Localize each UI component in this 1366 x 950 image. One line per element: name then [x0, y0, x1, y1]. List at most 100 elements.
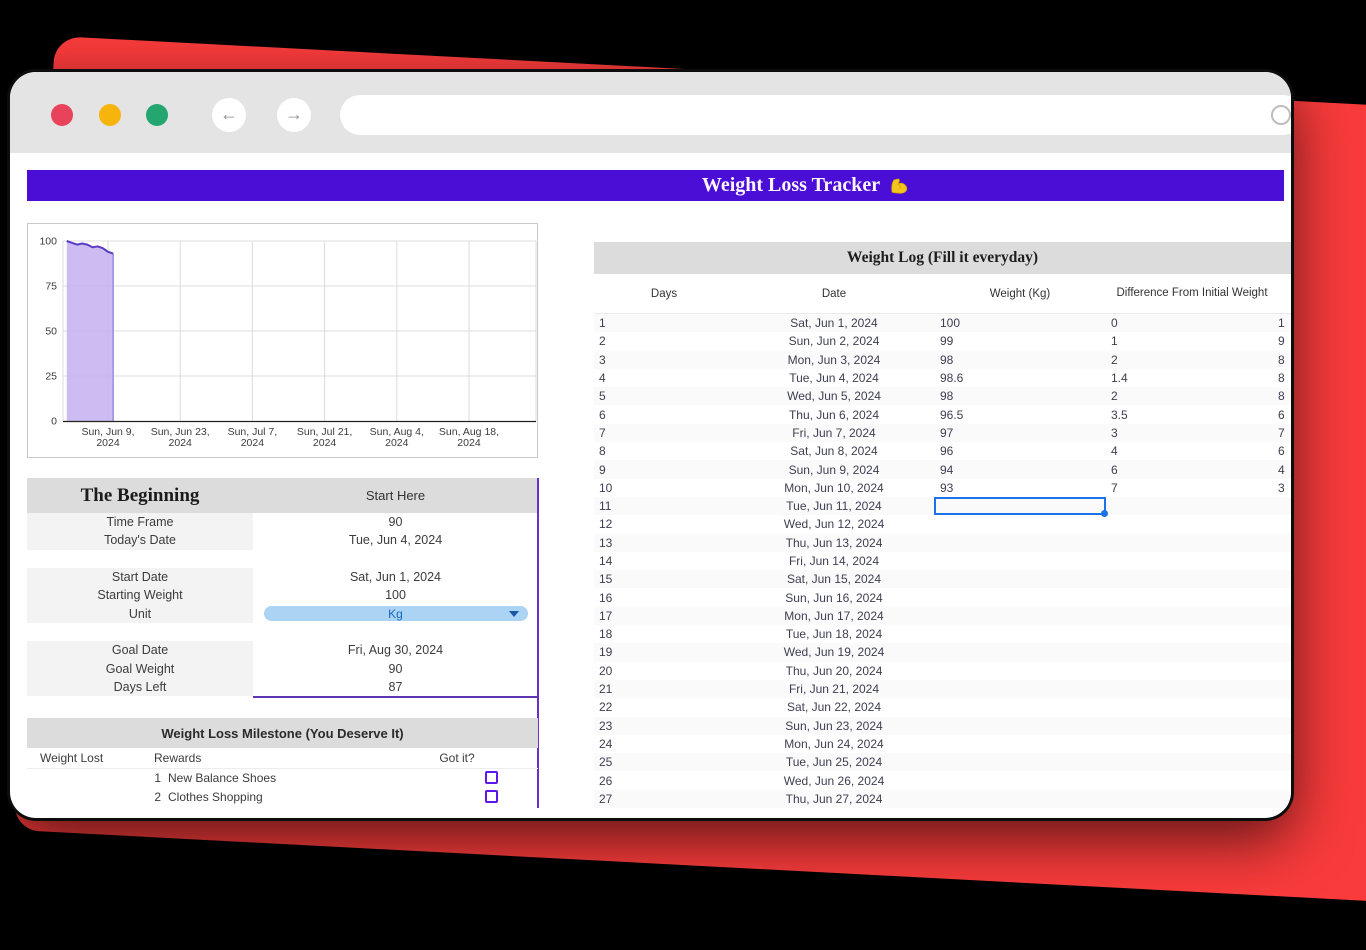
field-value[interactable]: 87 [253, 678, 538, 696]
close-window-button[interactable] [51, 104, 73, 126]
cell-date[interactable]: Sun, Jun 2, 2024 [734, 334, 934, 348]
cell-weight[interactable] [934, 497, 1106, 515]
field-value[interactable] [253, 623, 538, 641]
cell-date[interactable]: Wed, Jun 12, 2024 [734, 517, 934, 531]
cell-date[interactable]: Mon, Jun 24, 2024 [734, 737, 934, 751]
cell-weight[interactable] [934, 607, 1106, 625]
cell-weight[interactable] [934, 735, 1106, 753]
cell-difference[interactable]: 6 [1106, 463, 1278, 477]
cell-weight[interactable] [934, 552, 1106, 570]
cell-date[interactable]: Thu, Jun 20, 2024 [734, 664, 934, 678]
cell-weight[interactable] [934, 643, 1106, 661]
cell-weight[interactable]: 93 [934, 479, 1106, 497]
cell-day[interactable]: 11 [594, 499, 734, 513]
cell-weight[interactable]: 98.6 [934, 369, 1106, 387]
cell-weight[interactable]: 99 [934, 332, 1106, 350]
cell-difference[interactable]: 4 [1106, 444, 1278, 458]
cell-day[interactable]: 26 [594, 774, 734, 788]
cell-date[interactable]: Mon, Jun 10, 2024 [734, 481, 934, 495]
cell-weight[interactable] [934, 570, 1106, 588]
cell-day[interactable]: 2 [594, 334, 734, 348]
cell-day[interactable]: 8 [594, 444, 734, 458]
cell-difference[interactable]: 1.4 [1106, 371, 1278, 385]
cell-weight[interactable] [934, 625, 1106, 643]
field-value[interactable]: Sat, Jun 1, 2024 [253, 568, 538, 586]
cell-date[interactable]: Mon, Jun 3, 2024 [734, 353, 934, 367]
cell-day[interactable]: 6 [594, 408, 734, 422]
selected-cell[interactable] [934, 497, 1106, 515]
field-value[interactable]: 100 [253, 586, 538, 604]
cell-weight[interactable]: 98 [934, 351, 1106, 369]
unit-dropdown[interactable]: Kg [264, 606, 528, 621]
cell-difference[interactable]: 7 [1106, 481, 1278, 495]
cell-weight[interactable] [934, 790, 1106, 808]
cell-weight[interactable] [934, 771, 1106, 789]
cell-day[interactable]: 15 [594, 572, 734, 586]
reward-name[interactable]: New Balance Shoes [168, 771, 276, 785]
cell-date[interactable]: Sat, Jun 8, 2024 [734, 444, 934, 458]
cell-weight[interactable]: 96.5 [934, 405, 1106, 423]
cell-day[interactable]: 21 [594, 682, 734, 696]
cell-weight[interactable] [934, 534, 1106, 552]
cell-date[interactable]: Wed, Jun 19, 2024 [734, 645, 934, 659]
cell-day[interactable]: 13 [594, 536, 734, 550]
cell-date[interactable]: Mon, Jun 17, 2024 [734, 609, 934, 623]
cell-day[interactable]: 20 [594, 664, 734, 678]
cell-date[interactable]: Fri, Jun 21, 2024 [734, 682, 934, 696]
cell-day[interactable]: 1 [594, 316, 734, 330]
url-input[interactable] [358, 95, 1263, 135]
cell-weight[interactable] [934, 753, 1106, 771]
field-value[interactable]: Fri, Aug 30, 2024 [253, 641, 538, 659]
cell-weight[interactable]: 96 [934, 442, 1106, 460]
cell-difference[interactable]: 2 [1106, 389, 1278, 403]
got-it-checkbox[interactable] [485, 771, 498, 784]
cell-day[interactable]: 23 [594, 719, 734, 733]
field-value[interactable]: 90 [253, 659, 538, 677]
field-value[interactable]: Kg [253, 604, 538, 622]
field-value[interactable]: 90 [253, 513, 538, 531]
cell-weight[interactable]: 100 [934, 314, 1106, 332]
cell-difference[interactable]: 2 [1106, 353, 1278, 367]
cell-date[interactable]: Tue, Jun 25, 2024 [734, 755, 934, 769]
cell-difference[interactable]: 3 [1106, 426, 1278, 440]
cell-weight[interactable] [934, 515, 1106, 533]
url-bar[interactable] [340, 95, 1291, 135]
cell-date[interactable]: Tue, Jun 11, 2024 [734, 499, 934, 513]
cell-day[interactable]: 27 [594, 792, 734, 806]
cell-day[interactable]: 22 [594, 700, 734, 714]
cell-weight[interactable] [934, 588, 1106, 606]
cell-day[interactable]: 24 [594, 737, 734, 751]
cell-date[interactable]: Fri, Jun 14, 2024 [734, 554, 934, 568]
cell-date[interactable]: Wed, Jun 26, 2024 [734, 774, 934, 788]
cell-date[interactable]: Thu, Jun 27, 2024 [734, 792, 934, 806]
forward-button[interactable]: → [277, 98, 311, 132]
cell-date[interactable]: Thu, Jun 6, 2024 [734, 408, 934, 422]
cell-day[interactable]: 18 [594, 627, 734, 641]
cell-day[interactable]: 7 [594, 426, 734, 440]
minimize-window-button[interactable] [99, 104, 121, 126]
reward-name[interactable]: Clothes Shopping [168, 790, 263, 804]
cell-weight[interactable]: 94 [934, 460, 1106, 478]
back-button[interactable]: ← [212, 98, 246, 132]
cell-day[interactable]: 17 [594, 609, 734, 623]
cell-date[interactable]: Sat, Jun 1, 2024 [734, 316, 934, 330]
cell-weight[interactable] [934, 717, 1106, 735]
cell-day[interactable]: 25 [594, 755, 734, 769]
cell-day[interactable]: 14 [594, 554, 734, 568]
cell-weight[interactable]: 98 [934, 387, 1106, 405]
cell-date[interactable]: Sun, Jun 9, 2024 [734, 463, 934, 477]
cell-weight[interactable] [934, 680, 1106, 698]
cell-day[interactable]: 3 [594, 353, 734, 367]
field-value[interactable] [253, 550, 538, 568]
cell-weight[interactable] [934, 662, 1106, 680]
cell-day[interactable]: 5 [594, 389, 734, 403]
cell-difference[interactable]: 1 [1106, 334, 1278, 348]
cell-difference[interactable]: 0 [1106, 316, 1278, 330]
cell-day[interactable]: 16 [594, 591, 734, 605]
cell-difference[interactable]: 3.5 [1106, 408, 1278, 422]
cell-date[interactable]: Wed, Jun 5, 2024 [734, 389, 934, 403]
cell-date[interactable]: Thu, Jun 13, 2024 [734, 536, 934, 550]
cell-date[interactable]: Tue, Jun 4, 2024 [734, 371, 934, 385]
field-value[interactable]: Tue, Jun 4, 2024 [253, 531, 538, 549]
cell-date[interactable]: Sat, Jun 22, 2024 [734, 700, 934, 714]
